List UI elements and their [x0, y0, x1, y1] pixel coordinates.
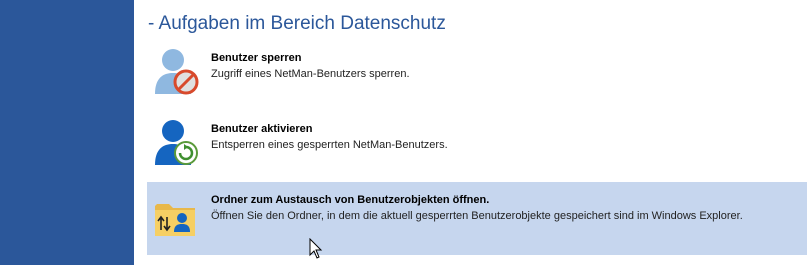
section-title: - Aufgaben im Bereich Datenschutz	[148, 13, 446, 34]
user-activate-icon	[155, 120, 198, 165]
task-open-exchange-folder[interactable]: Ordner zum Austausch von Benutzerobjekte…	[147, 182, 807, 255]
main-panel: - Aufgaben im Bereich Datenschutz Benutz…	[134, 0, 807, 265]
task-lock-user[interactable]: Benutzer sperren Zugriff eines NetMan-Be…	[147, 40, 807, 113]
folder-exchange-icon	[155, 204, 195, 236]
user-lock-icon	[155, 49, 199, 95]
task-description: Zugriff eines NetMan-Benutzers sperren.	[211, 68, 410, 80]
task-title: Benutzer aktivieren	[211, 123, 313, 135]
mouse-cursor-icon	[309, 238, 323, 259]
task-description: Entsperren eines gesperrten NetMan-Benut…	[211, 139, 448, 151]
task-title: Ordner zum Austausch von Benutzerobjekte…	[211, 194, 490, 206]
task-description: Öffnen Sie den Ordner, in dem die aktuel…	[211, 210, 743, 222]
task-activate-user[interactable]: Benutzer aktivieren Entsperren eines ges…	[147, 111, 807, 184]
sidebar	[0, 0, 134, 265]
task-title: Benutzer sperren	[211, 52, 302, 64]
